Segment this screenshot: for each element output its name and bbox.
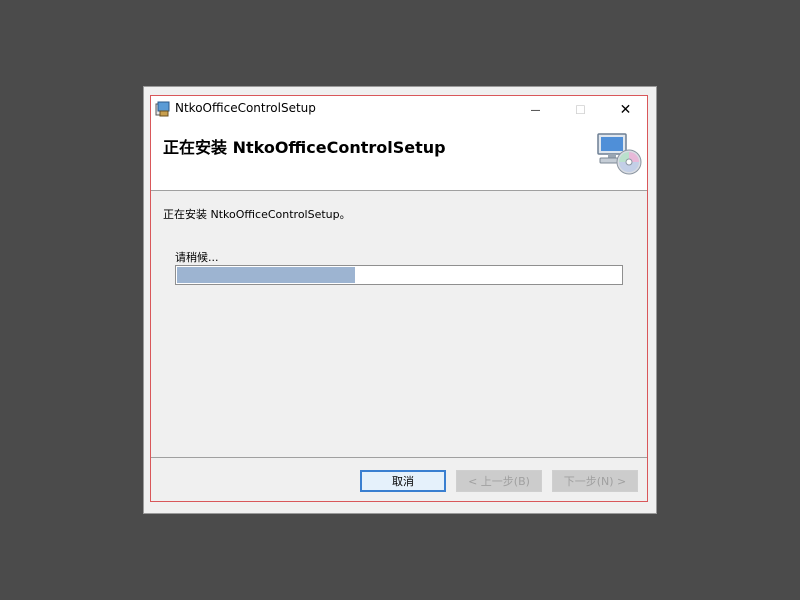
install-progress-bar: [175, 265, 623, 285]
install-status-text: 正在安装 NtkoOfficeControlSetup。: [163, 208, 351, 221]
next-button[interactable]: 下一步(N) >: [552, 470, 638, 492]
close-button[interactable]: ✕: [603, 96, 648, 124]
installer-dialog: NtkoOfficeControlSetup — ☐ ✕ 正在安装 NtkoOf…: [150, 95, 648, 502]
cancel-button[interactable]: 取消: [360, 470, 446, 492]
title-bar[interactable]: NtkoOfficeControlSetup — ☐ ✕: [151, 96, 647, 124]
computer-with-disc-icon: [595, 132, 643, 176]
close-icon: ✕: [619, 102, 632, 118]
back-button[interactable]: < 上一步(B): [456, 470, 542, 492]
page-title: 正在安装 NtkoOfficeControlSetup: [163, 138, 446, 157]
window-title: NtkoOfficeControlSetup: [175, 101, 316, 115]
installer-app-icon: [155, 101, 171, 117]
maximize-icon: ☐: [575, 103, 586, 117]
maximize-button[interactable]: ☐: [558, 96, 603, 124]
header-banner: 正在安装 NtkoOfficeControlSetup: [151, 124, 647, 191]
minimize-button[interactable]: —: [513, 96, 558, 124]
please-wait-label: 请稍候...: [175, 251, 219, 264]
footer-divider: [151, 457, 647, 458]
minimize-icon: —: [530, 104, 541, 116]
progress-bar-fill: [177, 267, 355, 283]
